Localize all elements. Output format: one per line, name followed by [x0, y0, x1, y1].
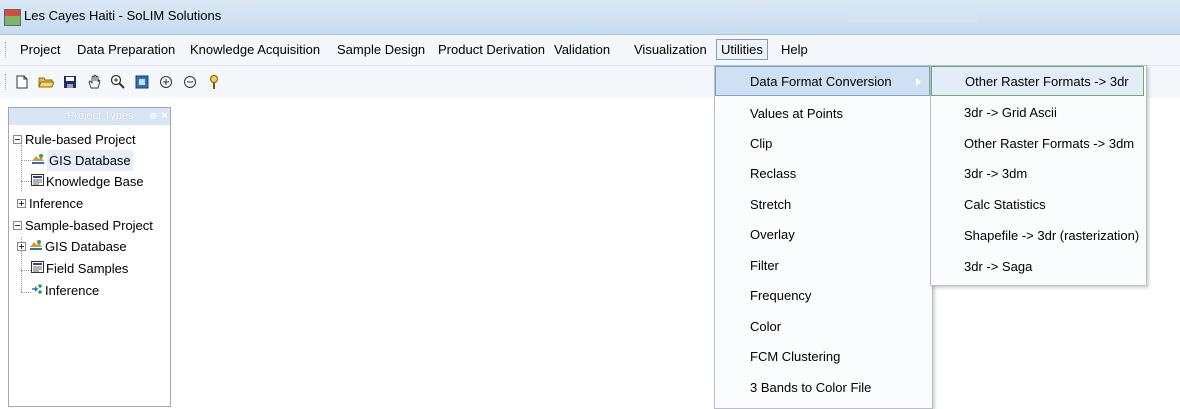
- menu-item-label: Color: [750, 319, 782, 334]
- menu-validation[interactable]: Validation: [550, 40, 614, 59]
- tree-node-label: GIS Database: [45, 239, 127, 254]
- menu-item-label: Overlay: [750, 227, 795, 242]
- menu-item-3dr-to-grid-ascii[interactable]: 3dr -> Grid Ascii: [931, 98, 1144, 128]
- menu-item-label: Frequency: [750, 288, 812, 303]
- tree-node-knowledge-base[interactable]: Knowledge Base: [31, 171, 144, 192]
- menu-item-data-format-conversion[interactable]: Data Format Conversion: [715, 66, 930, 96]
- tree-connector: [21, 181, 31, 182]
- expand-icon[interactable]: [17, 199, 26, 208]
- toolbar-grip[interactable]: [5, 74, 8, 90]
- inference-icon: [31, 280, 43, 301]
- menu-item-fcm-clustering[interactable]: FCM Clustering: [715, 342, 930, 372]
- menu-item-label: Other Raster Formats -> 3dr: [965, 74, 1129, 89]
- menu-item-overlay[interactable]: Overlay: [715, 220, 930, 250]
- panel-pin-close-icons[interactable]: ⊕ ✕: [149, 108, 169, 125]
- menu-utilities[interactable]: Utilities: [716, 39, 768, 60]
- menu-project[interactable]: Project: [16, 40, 64, 59]
- menu-item-label: 3dr -> Grid Ascii: [964, 105, 1057, 120]
- knowledge-base-icon: [31, 171, 44, 192]
- menu-product-derivation[interactable]: Product Derivation: [434, 40, 549, 59]
- panel-header: Project Types ⊕ ✕: [9, 108, 170, 125]
- menu-item-label: Shapefile -> 3dr (rasterization): [964, 228, 1140, 243]
- tree-connector: [21, 292, 31, 293]
- full-extent-icon[interactable]: [132, 72, 152, 92]
- menu-item-3-bands-to-color-file[interactable]: 3 Bands to Color File: [715, 373, 930, 403]
- menu-item-label: 3dr -> Saga: [964, 259, 1033, 274]
- menu-item-label: Stretch: [750, 197, 792, 212]
- menu-item-label: Calc Statistics: [964, 197, 1046, 212]
- submenu-arrow-icon: [916, 78, 921, 86]
- menu-item-label: Data Format Conversion: [750, 74, 892, 89]
- menu-item-shapefile-to-3dr[interactable]: Shapefile -> 3dr (rasterization): [931, 221, 1144, 251]
- menu-item-calc-statistics[interactable]: Calc Statistics: [931, 190, 1144, 220]
- tree-node-label: Field Samples: [46, 261, 129, 276]
- utilities-menu: Data Format Conversion Values at Points …: [714, 65, 933, 409]
- menu-item-values-at-points[interactable]: Values at Points: [715, 99, 930, 129]
- menu-help[interactable]: Help: [777, 40, 812, 59]
- gis-database-icon: [31, 150, 45, 171]
- tree-node-rule-based-project[interactable]: Rule-based Project: [13, 129, 136, 150]
- tree-node-label: GIS Database: [47, 150, 133, 171]
- menu-item-label: Clip: [750, 136, 773, 151]
- collapse-icon[interactable]: [13, 221, 22, 230]
- tree-connector: [21, 270, 31, 271]
- tree-node-gis-database-2[interactable]: GIS Database: [17, 236, 127, 257]
- menu-knowledge-acquisition[interactable]: Knowledge Acquisition: [186, 40, 324, 59]
- menu-visualization[interactable]: Visualization: [630, 40, 711, 59]
- pan-hand-icon[interactable]: [84, 72, 104, 92]
- collapse-icon[interactable]: [13, 135, 22, 144]
- gis-database-icon: [29, 236, 43, 257]
- menu-item-3dr-to-3dm[interactable]: 3dr -> 3dm: [931, 159, 1144, 189]
- panel-title: Project Types: [67, 110, 134, 122]
- tree-node-sample-based-project[interactable]: Sample-based Project: [13, 215, 153, 236]
- new-file-icon[interactable]: [12, 72, 32, 92]
- menu-item-label: Other Raster Formats -> 3dm: [964, 136, 1135, 151]
- tree-node-label: Inference: [29, 196, 84, 211]
- zoom-in-icon[interactable]: [156, 72, 176, 92]
- identify-icon[interactable]: [204, 72, 224, 92]
- open-folder-icon[interactable]: [36, 72, 56, 92]
- expand-icon[interactable]: [17, 242, 26, 251]
- menu-item-stretch[interactable]: Stretch: [715, 190, 930, 220]
- menu-item-label: 3dr -> 3dm: [964, 166, 1028, 181]
- tree-connector: [21, 145, 22, 191]
- menubar-grip[interactable]: [5, 42, 8, 58]
- zoom-in-magnifier-icon[interactable]: [108, 72, 128, 92]
- menu-item-label: Values at Points: [750, 106, 843, 121]
- tree-node-inference-2[interactable]: Inference: [31, 280, 99, 301]
- window-title: Les Cayes Haiti - SoLIM Solutions: [24, 8, 222, 23]
- menu-item-clip[interactable]: Clip: [715, 129, 930, 159]
- menu-item-reclass[interactable]: Reclass: [715, 159, 930, 189]
- data-format-conversion-submenu: Other Raster Formats -> 3dr 3dr -> Grid …: [930, 65, 1147, 286]
- menu-item-label: Reclass: [750, 166, 797, 181]
- project-types-panel: Project Types ⊕ ✕ Rule-based Project GIS…: [8, 107, 171, 407]
- tree-node-inference[interactable]: Inference: [17, 193, 83, 214]
- menu-item-color[interactable]: Color: [715, 312, 930, 342]
- zoom-out-icon[interactable]: [180, 72, 200, 92]
- tree-node-label: Knowledge Base: [46, 174, 144, 189]
- app-icon: [4, 9, 21, 26]
- tree-node-label: Sample-based Project: [25, 218, 153, 233]
- menu-item-other-raster-to-3dm[interactable]: Other Raster Formats -> 3dm: [931, 129, 1144, 159]
- menu-data-preparation[interactable]: Data Preparation: [73, 40, 179, 59]
- menu-item-filter[interactable]: Filter: [715, 251, 930, 281]
- menu-item-label: Filter: [750, 258, 779, 273]
- tree-node-label: Rule-based Project: [25, 132, 136, 147]
- tree-node-gis-database[interactable]: GIS Database: [31, 150, 133, 171]
- menu-item-3dr-to-saga[interactable]: 3dr -> Saga: [931, 252, 1144, 282]
- menu-item-other-raster-to-3dr[interactable]: Other Raster Formats -> 3dr: [931, 66, 1144, 96]
- menu-item-label: FCM Clustering: [750, 349, 841, 364]
- tree-connector: [21, 160, 31, 161]
- menu-bar: Project Data Preparation Knowledge Acqui…: [0, 35, 1180, 66]
- title-bar: Les Cayes Haiti - SoLIM Solutions: [0, 0, 1180, 35]
- menu-sample-design[interactable]: Sample Design: [333, 40, 429, 59]
- menu-item-frequency[interactable]: Frequency: [715, 281, 930, 311]
- background-window-title: [848, 9, 978, 23]
- menu-item-label: 3 Bands to Color File: [750, 380, 872, 395]
- save-icon[interactable]: [60, 72, 80, 92]
- tree-node-label: Inference: [45, 283, 100, 298]
- tree-node-field-samples[interactable]: Field Samples: [31, 258, 128, 279]
- field-samples-icon: [31, 258, 44, 279]
